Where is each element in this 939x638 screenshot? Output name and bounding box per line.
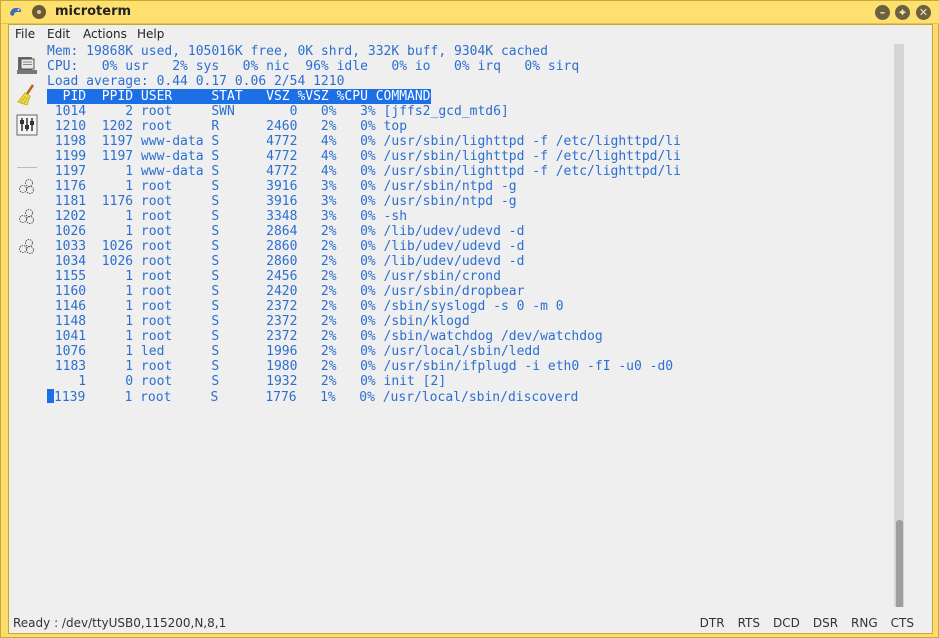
menu-actions[interactable]: Actions [83,27,127,41]
mem-summary-line: Mem: 19868K used, 105016K free, 0K shrd,… [47,44,548,59]
serial-signals: DTR RTS DCD DSR RNG CTS [687,616,914,630]
macro-1-button[interactable] [14,174,40,200]
close-button[interactable]: ✕ [916,5,931,20]
menu-file[interactable]: File [15,27,35,41]
signal-dcd: DCD [772,616,800,630]
process-row: 1148 1 root S 2372 2% 0% /sbin/klogd [47,314,470,329]
process-table-header: PID PPID USER STAT VSZ %VSZ %CPU COMMAND [47,89,431,104]
process-row: 1 0 root S 1932 2% 0% init [2] [47,374,447,389]
process-row: 1202 1 root S 3348 3% 0% -sh [47,209,408,224]
process-row: 1160 1 root S 2420 2% 0% /usr/sbin/dropb… [47,284,525,299]
minimize-button[interactable]: – [875,5,890,20]
window-title: microterm [55,4,132,19]
process-row: 1146 1 root S 2372 2% 0% /sbin/syslogd -… [47,299,564,314]
process-row: 1183 1 root S 1980 2% 0% /usr/sbin/ifplu… [47,359,674,374]
process-row: 1176 1 root S 3916 3% 0% /usr/sbin/ntpd … [47,179,517,194]
process-row: 1139 1 root S 1776 1% 0% /usr/local/sbin… [47,389,897,405]
gears-icon [19,209,34,224]
process-row: 1197 1 www-data S 4772 4% 0% /usr/sbin/l… [47,164,681,179]
maximize-button[interactable]: ⌖ [895,5,910,20]
process-row: 1014 2 root SWN 0 0% 3% [jffs2_gcd_mtd6] [47,104,509,119]
process-table: 1014 2 root SWN 0 0% 3% [jffs2_gcd_mtd6]… [47,104,897,405]
process-row: 1041 1 root S 2372 2% 0% /sbin/watchdog … [47,329,603,344]
process-row: 1076 1 led S 1996 2% 0% /usr/local/sbin/… [47,344,541,359]
microterm-window: microterm – ⌖ ✕ File Edit Actions Help M… [0,0,939,638]
connection-status: Ready : /dev/ttyUSB0,115200,N,8,1 [13,616,227,630]
clear-screen-button[interactable] [14,82,40,108]
connect-port-button[interactable] [14,52,40,78]
client-area: File Edit Actions Help Mem: 19868K used,… [8,24,933,634]
process-row: 1210 1202 root R 2460 2% 0% top [47,119,408,134]
terminal-cursor [47,389,54,403]
terminal-output[interactable]: Mem: 19868K used, 105016K free, 0K shrd,… [47,44,897,609]
process-row: 1034 1026 root S 2860 2% 0% /lib/udev/ud… [47,254,525,269]
process-row: 1155 1 root S 2456 2% 0% /usr/sbin/crond [47,269,501,284]
title-bar[interactable]: microterm – ⌖ ✕ [1,1,939,24]
menu-bar: File Edit Actions Help [9,25,932,44]
app-icon [10,7,22,16]
process-row: 1199 1197 www-data S 4772 4% 0% /usr/sbi… [47,149,681,164]
settings-button[interactable] [14,112,40,138]
gears-icon [19,179,34,194]
macro-3-button[interactable] [14,234,40,260]
scrollbar-thumb[interactable] [896,520,903,607]
signal-dtr: DTR [699,616,725,630]
status-bar: Ready : /dev/ttyUSB0,115200,N,8,1 DTR RT… [9,613,932,633]
port-icon [17,57,37,74]
menu-edit[interactable]: Edit [47,27,70,41]
signal-dsr: DSR [812,616,839,630]
signal-rng: RNG [851,616,878,630]
process-row: 1033 1026 root S 2860 2% 0% /lib/udev/ud… [47,239,525,254]
sliders-icon [16,114,38,136]
terminal-scrollbar[interactable] [894,44,904,607]
menu-help[interactable]: Help [137,27,164,41]
process-row: 1026 1 root S 2864 2% 0% /lib/udev/udevd… [47,224,525,239]
process-row: 1198 1197 www-data S 4772 4% 0% /usr/sbi… [47,134,681,149]
load-average-line: Load average: 0.44 0.17 0.06 2/54 1210 [47,74,345,89]
gears-icon [19,239,34,254]
broom-icon [17,84,35,106]
macro-2-button[interactable] [14,204,40,230]
window-menu-icon[interactable] [32,5,46,19]
side-toolbar [9,44,45,604]
signal-cts: CTS [890,616,914,630]
toolbar-separator [17,167,37,168]
cpu-summary-line: CPU: 0% usr 2% sys 0% nic 96% idle 0% io… [47,59,580,74]
process-row: 1181 1176 root S 3916 3% 0% /usr/sbin/nt… [47,194,517,209]
signal-rts: RTS [737,616,760,630]
